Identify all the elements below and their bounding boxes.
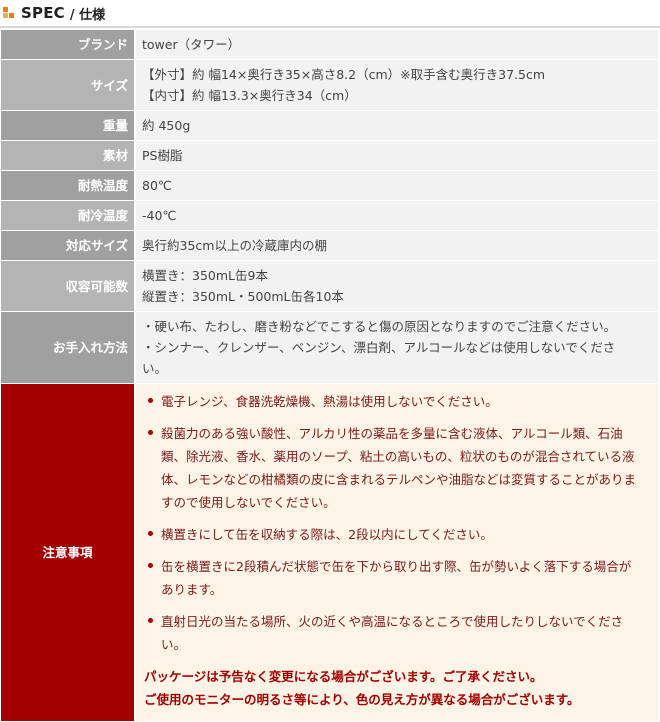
caution-item: 電子レンジ、食器洗乾燥機、熱湯は使用しないでください。 <box>144 390 648 413</box>
spec-value: 横置き：350mL缶9本縦置き：350mL・500mL缶各10本 <box>134 260 659 312</box>
caution-item-line: 殺菌力のある強い酸性、アルカリ性の薬品を多量に含む液体、アルコール類、石油 <box>161 426 623 441</box>
spec-value-line: 80℃ <box>142 178 172 193</box>
spec-value-line: ・硬い布、たわし、磨き粉などでこすると傷の原因となりますのでご注意ください。 <box>142 319 617 334</box>
spec-row: 対応サイズ 奥行約35cm以上の冷蔵庫内の棚 <box>0 230 659 261</box>
spec-label: 耐冷温度 <box>0 200 136 231</box>
spec-row: 耐冷温度 -40℃ <box>0 200 659 231</box>
spec-label: 対応サイズ <box>0 230 136 261</box>
caution-item-line: すので使用しないでください。 <box>161 495 336 510</box>
spec-value-line: 【内寸】約 幅13.3×奥行き34（cm） <box>142 88 357 103</box>
spec-logo-icon <box>3 7 15 19</box>
spec-value-line: -40℃ <box>142 208 177 223</box>
spec-table: ブランド tower（タワー） サイズ 【外寸】約 幅14×奥行き35×高さ8.2（c… <box>0 29 659 722</box>
spec-value-line: tower（タワー） <box>142 37 241 52</box>
spec-row: サイズ 【外寸】約 幅14×奥行き35×高さ8.2（cm）※取手含む奥行き37.5… <box>0 59 659 111</box>
header-divider <box>0 26 660 28</box>
spec-value-line: い。 <box>142 361 168 376</box>
spec-value: 奥行約35cm以上の冷蔵庫内の棚 <box>134 230 659 261</box>
spec-value-line: ・シンナー、クレンザー、ベンジン、漂白剤、アルコールなどは使用しないでくださ <box>142 340 616 355</box>
spec-value: 約 450g <box>134 110 659 141</box>
spec-row: ブランド tower（タワー） <box>0 29 659 60</box>
spec-value: tower（タワー） <box>134 29 659 60</box>
caution-item-line: 類、除光液、香水、薬用のソープ、粘土の高いもの、粒状のものが混合されている液 <box>161 449 635 464</box>
caution-label: 注意事項 <box>0 383 136 722</box>
spec-row: 重量約 450g <box>0 110 659 141</box>
spec-label: サイズ <box>0 59 136 111</box>
spec-value: -40℃ <box>134 200 659 231</box>
caution-item-line: 直射日光の当たる場所、火の近くや高温になるところで使用したりしないでくださ <box>161 614 624 629</box>
notice-line: ご使用のモニターの明るさ等により、色の見え方が異なる場合がございます。 <box>144 692 580 707</box>
spec-label: 重量 <box>0 110 136 141</box>
spec-subtitle: / 仕様 <box>69 7 106 23</box>
caution-list: 電子レンジ、食器洗乾燥機、熱湯は使用しないでください。殺菌力のある強い酸性、アル… <box>144 390 648 656</box>
spec-row: 収容可能数 横置き：350mL缶9本縦置き：350mL・500mL缶各10本 <box>0 260 659 312</box>
spec-value-line: 奥行約35cm以上の冷蔵庫内の棚 <box>142 238 327 253</box>
spec-value: ・硬い布、たわし、磨き粉などでこすると傷の原因となりますのでご注意ください。 ・シ… <box>134 311 659 384</box>
caution-item: 横置きにして缶を収納する際は、2段以内にしてください。 <box>144 523 648 546</box>
spec-value-line: 【外寸】約 幅14×奥行き35×高さ8.2（cm）※取手含む奥行き37.5cm <box>142 67 546 82</box>
spec-label: 収容可能数 <box>0 260 136 312</box>
spec-label: 素材 <box>0 140 136 171</box>
caution-row: 注意事項 電子レンジ、食器洗乾燥機、熱湯は使用しないでください。 殺菌力のある強い酸… <box>0 383 659 722</box>
spec-value: 80℃ <box>134 170 659 201</box>
spec-row: 素材 PS樹脂 <box>0 140 659 171</box>
spec-value-line: PS樹脂 <box>142 148 183 163</box>
spec-value: PS樹脂 <box>134 140 659 171</box>
caution-item-line: あります。 <box>161 582 223 597</box>
spec-title: SPEC <box>21 4 65 22</box>
notice-line: パッケージは予告なく変更になる場合がございます。ご了承ください。 <box>144 669 543 684</box>
spec-label: 耐熱温度 <box>0 170 136 201</box>
caution-value: 電子レンジ、食器洗乾燥機、熱湯は使用しないでください。殺菌力のある強い酸性、アル… <box>134 383 659 722</box>
spec-value-line: 横置き：350mL缶9本 <box>142 268 268 283</box>
spec-header: SPEC / 仕様 <box>0 0 660 26</box>
spec-label: お手入れ方法 <box>0 311 136 384</box>
caution-item-line: 電子レンジ、食器洗乾燥機、熱湯は使用しないでください。 <box>161 394 498 409</box>
spec-value-line: 約 450g <box>142 118 191 133</box>
caution-item: 殺菌力のある強い酸性、アルカリ性の薬品を多量に含む液体、アルコール類、石油 類、除… <box>144 422 648 514</box>
spec-value-line: 縦置き：350mL・500mL缶各10本 <box>142 289 344 304</box>
caution-item-line: 横置きにして缶を収納する際は、2段以内にしてください。 <box>161 527 493 542</box>
notice-block: パッケージは予告なく変更になる場合がございます。ご了承ください。ご使用のモニター… <box>144 665 648 711</box>
spec-row: お手入れ方法 ・硬い布、たわし、磨き粉などでこすると傷の原因となりますのでご注意く… <box>0 311 659 384</box>
caution-item-line: 缶を横置きに2段積んだ状態で缶を下から取り出す際、缶が勢いよく落下する場合が <box>161 559 632 574</box>
spec-label: ブランド <box>0 29 136 60</box>
spec-value: 【外寸】約 幅14×奥行き35×高さ8.2（cm）※取手含む奥行き37.5cm 【… <box>134 59 659 111</box>
caution-item: 直射日光の当たる場所、火の近くや高温になるところで使用したりしないでくださ い。 <box>144 610 648 656</box>
caution-item-line: 体、レモンなどの柑橘類の皮に含まれるテルペンや油脂などは変質することがありま <box>161 472 637 487</box>
spec-row: 耐熱温度 80℃ <box>0 170 659 201</box>
caution-item-line: い。 <box>161 637 187 652</box>
caution-item: 缶を横置きに2段積んだ状態で缶を下から取り出す際、缶が勢いよく落下する場合が あり… <box>144 555 648 601</box>
